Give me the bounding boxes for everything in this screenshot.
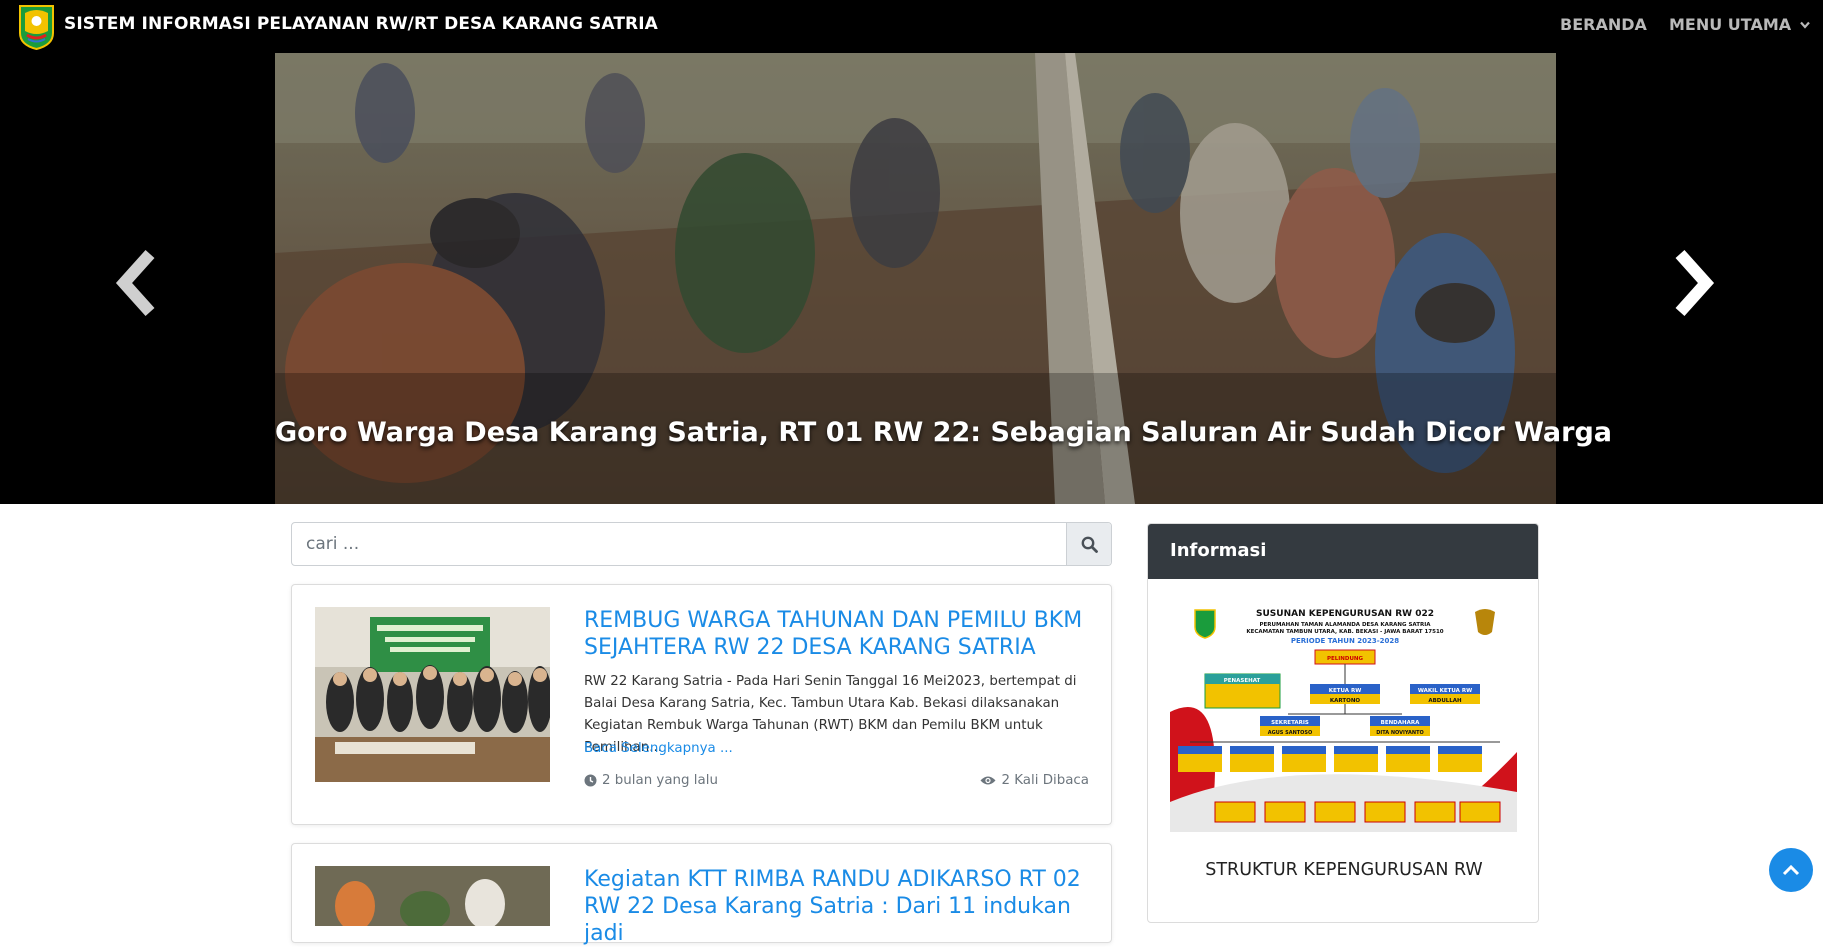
nav-beranda-label: BERANDA bbox=[1560, 15, 1647, 34]
org-title: SUSUNAN KEPENGURUSAN RW 022 bbox=[1256, 609, 1434, 619]
site-title[interactable]: SISTEM INFORMASI PELAYANAN RW/RT DESA KA… bbox=[64, 14, 658, 34]
hero-carousel: Goro Warga Desa Karang Satria, RT 01 RW … bbox=[0, 53, 1823, 504]
org-bendahara: BENDAHARA bbox=[1381, 720, 1420, 726]
info-sidebar: Informasi SUSUNAN KEPENGURUSAN RW 022 PE… bbox=[1147, 523, 1539, 923]
hero-caption[interactable]: Goro Warga Desa Karang Satria, RT 01 RW … bbox=[275, 417, 1612, 448]
search-input[interactable] bbox=[292, 523, 1067, 565]
org-wakil-name: ABDULLAH bbox=[1428, 698, 1462, 704]
chevron-up-icon bbox=[1782, 864, 1800, 876]
eye-icon bbox=[980, 776, 996, 785]
org-wakil: WAKIL KETUA RW bbox=[1418, 688, 1472, 694]
chevron-right-icon[interactable] bbox=[1668, 248, 1718, 318]
org-sekretaris: SEKRETARIS bbox=[1271, 720, 1309, 726]
article-time-text: 2 bulan yang lalu bbox=[602, 773, 718, 788]
org-structure-caption[interactable]: STRUKTUR KEPENGURUSAN RW bbox=[1148, 860, 1538, 880]
article-views: 2 Kali Dibaca bbox=[980, 773, 1089, 788]
org-pelindung: PELINDUNG bbox=[1327, 656, 1364, 662]
org-penasehat: PENASEHAT bbox=[1224, 678, 1261, 684]
article-card: REMBUG WARGA TAHUNAN DAN PEMILU BKM SEJA… bbox=[291, 584, 1112, 825]
article-thumbnail[interactable] bbox=[315, 607, 550, 782]
read-more-link[interactable]: Baca Selengkapnya ... bbox=[584, 741, 733, 756]
search-bar bbox=[291, 522, 1112, 566]
nav-menu-utama-dropdown[interactable]: MENU UTAMA bbox=[1669, 15, 1810, 34]
org-subtitle: PERUMAHAN TAMAN ALAMANDA DESA KARANG SAT… bbox=[1259, 622, 1431, 628]
org-period: PERIODE TAHUN 2023-2028 bbox=[1291, 637, 1399, 645]
article-time: 2 bulan yang lalu bbox=[584, 773, 718, 788]
org-ketua: KETUA RW bbox=[1329, 688, 1362, 694]
sidebar-header: Informasi bbox=[1148, 524, 1538, 579]
clock-icon bbox=[584, 774, 597, 787]
article-title[interactable]: Kegiatan KTT RIMBA RANDU ADIKARSO RT 02 … bbox=[584, 866, 1094, 947]
chevron-down-icon bbox=[1799, 21, 1810, 29]
back-to-top-button[interactable] bbox=[1769, 848, 1813, 892]
article-card: Kegiatan KTT RIMBA RANDU ADIKARSO RT 02 … bbox=[291, 843, 1112, 946]
article-views-text: 2 Kali Dibaca bbox=[1001, 773, 1089, 788]
org-sekretaris-name: AGUS SANTOSO bbox=[1268, 730, 1313, 736]
org-address: KECAMATAN TAMBUN UTARA, KAB. BEKASI - JA… bbox=[1246, 629, 1443, 635]
nav-menu-utama-label: MENU UTAMA bbox=[1669, 15, 1792, 34]
article-title[interactable]: REMBUG WARGA TAHUNAN DAN PEMILU BKM SEJA… bbox=[584, 607, 1094, 661]
article-thumbnail[interactable] bbox=[315, 866, 550, 926]
village-emblem-logo[interactable] bbox=[17, 3, 56, 50]
nav-beranda[interactable]: BERANDA bbox=[1560, 15, 1647, 34]
org-bendahara-name: DITA NOVIYANTO bbox=[1376, 730, 1424, 736]
org-structure-image[interactable]: SUSUNAN KEPENGURUSAN RW 022 PERUMAHAN TA… bbox=[1170, 602, 1517, 832]
org-ketua-name: KARTONO bbox=[1330, 698, 1361, 704]
search-icon bbox=[1081, 536, 1098, 553]
chevron-left-icon[interactable] bbox=[112, 248, 162, 318]
search-button[interactable] bbox=[1066, 523, 1111, 565]
top-navbar: SISTEM INFORMASI PELAYANAN RW/RT DESA KA… bbox=[0, 0, 1823, 53]
